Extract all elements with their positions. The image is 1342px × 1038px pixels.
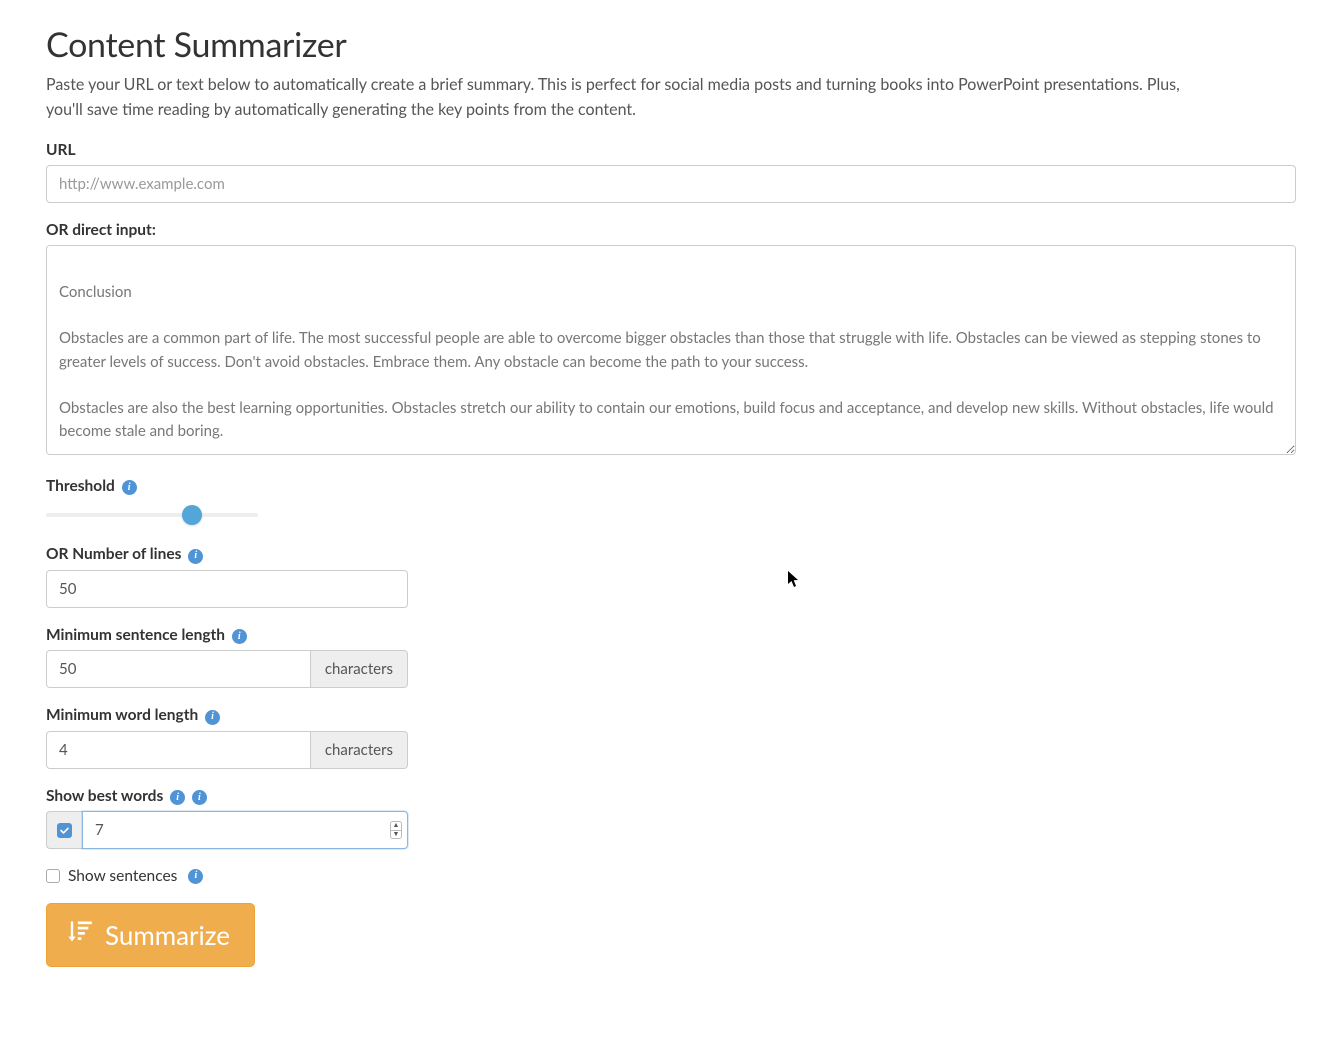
info-icon[interactable]: i	[232, 629, 247, 644]
step-down-icon[interactable]: ▼	[391, 831, 401, 839]
info-icon[interactable]: i	[192, 790, 207, 805]
threshold-label: Threshold i	[46, 477, 1296, 496]
num-lines-input[interactable]	[46, 570, 408, 608]
threshold-slider[interactable]	[46, 503, 258, 527]
direct-input-label: OR direct input:	[46, 221, 1296, 239]
unit-label: characters	[311, 650, 408, 688]
show-sentences-label: Show sentences	[68, 867, 177, 885]
min-sentence-label: Minimum sentence length i	[46, 626, 1296, 645]
show-sentences-checkbox[interactable]	[46, 869, 60, 883]
best-words-checkbox[interactable]	[57, 823, 72, 838]
slider-thumb[interactable]	[182, 505, 202, 525]
page-title: Content Summarizer	[46, 24, 1296, 65]
best-words-input[interactable]	[82, 811, 408, 849]
info-icon[interactable]: i	[122, 480, 137, 495]
url-label: URL	[46, 141, 1296, 159]
info-icon[interactable]: i	[205, 710, 220, 725]
info-icon[interactable]: i	[188, 549, 203, 564]
info-icon[interactable]: i	[170, 790, 185, 805]
info-icon[interactable]: i	[188, 869, 203, 884]
summarize-button[interactable]: Summarize	[46, 903, 255, 967]
check-icon	[59, 825, 70, 836]
min-word-input[interactable]	[46, 731, 311, 769]
best-words-label: Show best words i i	[46, 787, 1296, 806]
min-word-label: Minimum word length i	[46, 706, 1296, 725]
sort-amount-down-icon	[65, 918, 93, 952]
num-lines-label: OR Number of lines i	[46, 545, 1296, 564]
slider-track	[46, 513, 258, 517]
direct-input-textarea[interactable]	[46, 245, 1296, 455]
url-input[interactable]	[46, 165, 1296, 203]
min-sentence-input[interactable]	[46, 650, 311, 688]
number-stepper[interactable]: ▲ ▼	[390, 821, 402, 839]
unit-label: characters	[311, 731, 408, 769]
summarize-button-label: Summarize	[105, 919, 230, 951]
best-words-checkbox-addon	[46, 811, 82, 849]
page-subtitle: Paste your URL or text below to automati…	[46, 73, 1196, 123]
